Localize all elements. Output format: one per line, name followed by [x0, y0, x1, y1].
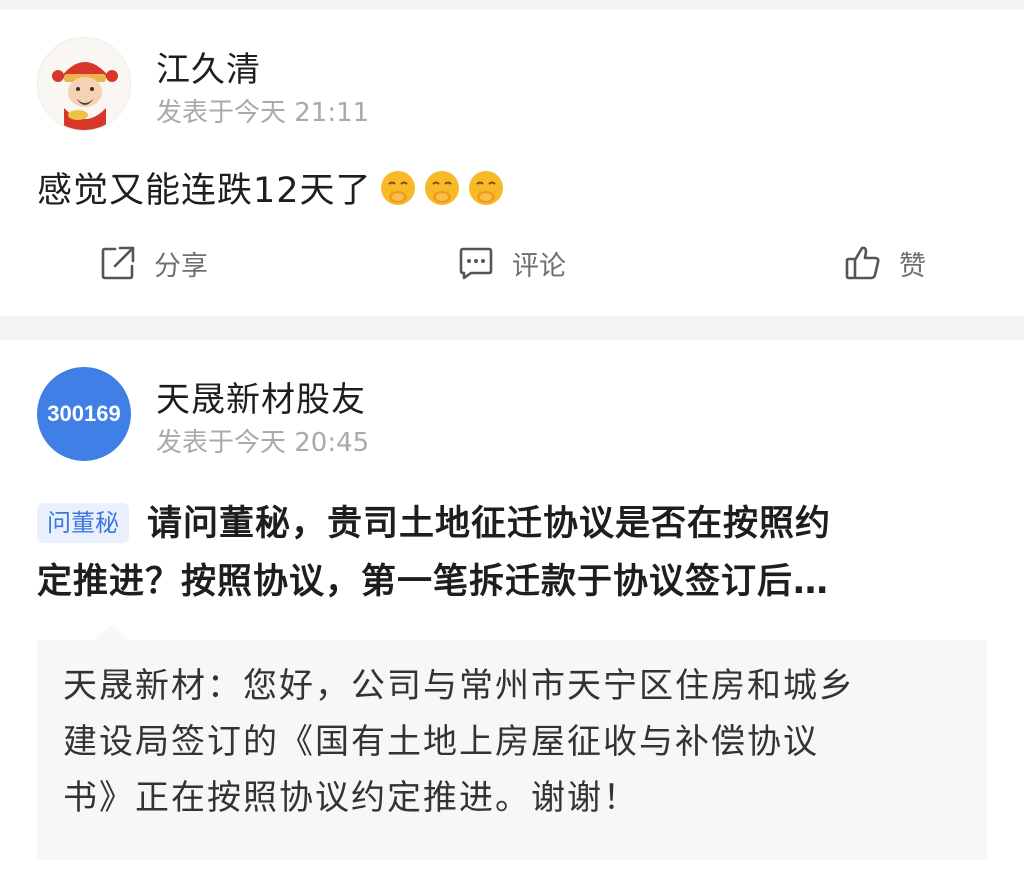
post-time: 发表于今天 21:11	[156, 98, 370, 128]
reply-line: 建设局签订的《国有土地上房屋征收与补偿协议	[63, 722, 819, 762]
question-line: 定推进？按照协议，第一笔拆迁款于协议签订后…	[37, 562, 830, 602]
share-label: 分享	[154, 250, 208, 282]
stock-code-avatar[interactable]: 300169	[37, 367, 131, 461]
smiling-hands-emoji	[468, 170, 503, 205]
like-label: 赞	[899, 250, 926, 282]
share-icon	[101, 246, 135, 280]
user-avatar[interactable]	[37, 37, 131, 131]
share-button[interactable]: 分享	[98, 238, 208, 288]
smiling-hands-emoji	[380, 170, 415, 205]
post-text: 感觉又能连跌12天了	[37, 171, 372, 211]
post-actions: 分享 评论 赞	[0, 238, 1024, 288]
thumbs-up-icon	[845, 246, 880, 280]
username[interactable]: 天晟新材股友	[156, 372, 366, 421]
post-card[interactable]: 300169 天晟新材股友 发表于今天 20:45 问董秘 请问董秘，贵司土地征迁…	[0, 340, 1024, 870]
question-line: 请问董秘，贵司土地征迁协议是否在按照约	[147, 504, 832, 544]
ask-secretary-tag[interactable]: 问董秘	[37, 503, 129, 543]
god-of-wealth-avatar-icon	[38, 38, 130, 130]
reply-line: 天晟新材：您好，公司与常州市天宁区住房和城乡	[63, 666, 855, 706]
username[interactable]: 江久清	[156, 42, 261, 91]
smiling-hands-emoji	[424, 170, 459, 205]
reply-line: 书》正在按照协议约定推进。谢谢！	[63, 778, 639, 818]
secretary-reply[interactable]: 天晟新材：您好，公司与常州市天宁区住房和城乡 建设局签订的《国有土地上房屋征收与…	[37, 624, 987, 860]
post-time: 发表于今天 20:45	[156, 428, 370, 458]
post-card[interactable]: 江久清 发表于今天 21:11 感觉又能连跌12天了 分享 评论 赞	[0, 10, 1024, 316]
comment-button[interactable]: 评论	[456, 238, 566, 288]
reply-pointer	[95, 624, 127, 640]
like-button[interactable]: 赞	[843, 238, 926, 288]
post-content[interactable]: 感觉又能连跌12天了	[37, 162, 504, 213]
comment-icon	[459, 247, 493, 280]
comment-label: 评论	[512, 250, 566, 282]
question-content[interactable]: 问董秘 请问董秘，贵司土地征迁协议是否在按照约 定推进？按照协议，第一笔拆迁款于协…	[37, 495, 997, 611]
